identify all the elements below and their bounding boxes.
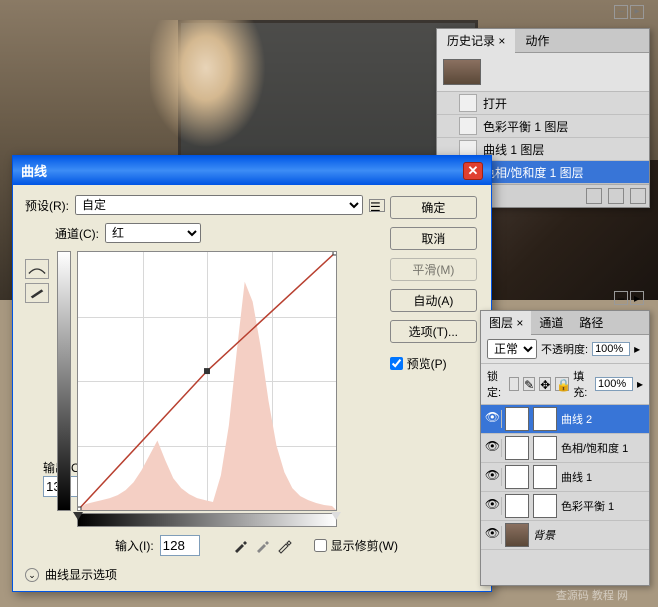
history-step-icon [459, 117, 477, 135]
preset-label: 预设(R): [25, 197, 69, 214]
tab-paths[interactable]: 路径 [571, 311, 611, 334]
lock-pixels-icon[interactable]: ✎ [523, 377, 535, 391]
layer-item[interactable]: 👁 色彩平衡 1 [481, 492, 649, 521]
create-snapshot-icon[interactable] [586, 188, 602, 204]
layer-thumb [505, 465, 529, 489]
ok-button[interactable]: 确定 [390, 196, 477, 219]
layers-panel: – ▸ 图层 × 通道 路径 正常 不透明度: ▸ 锁定: ✎ ✥ 🔒 填充: … [480, 310, 650, 586]
delete-state-icon[interactable] [630, 188, 646, 204]
tab-layers[interactable]: 图层 × [481, 311, 531, 335]
dialog-title: 曲线 [21, 161, 47, 180]
fill-label: 填充: [573, 368, 591, 400]
layer-thumb [505, 494, 529, 518]
preview-label: 预览(P) [407, 355, 447, 372]
history-item[interactable]: 打开 [437, 92, 649, 115]
panel-minimize-icon[interactable]: – [614, 291, 628, 305]
layer-thumb [505, 407, 529, 431]
white-eyedropper-icon[interactable] [276, 538, 292, 554]
chevron-icon: ⌄ [25, 568, 39, 582]
preset-select[interactable]: 自定 [75, 195, 363, 215]
visibility-eye-icon[interactable]: 👁 [484, 468, 502, 486]
black-eyedropper-icon[interactable] [232, 538, 248, 554]
history-step-icon [459, 94, 477, 112]
close-icon[interactable]: ✕ [463, 162, 483, 180]
layer-name: 色相/饱和度 1 [561, 440, 628, 456]
curve-pencil-tool-icon[interactable] [25, 283, 49, 303]
watermark-text: 查源码 教程 网 [556, 587, 628, 603]
auto-button[interactable]: 自动(A) [390, 289, 477, 312]
white-point-slider[interactable] [331, 512, 341, 520]
lock-transparency-icon[interactable] [509, 377, 519, 391]
visibility-eye-icon[interactable]: 👁 [484, 439, 502, 457]
lock-position-icon[interactable]: ✥ [539, 377, 551, 391]
preview-checkbox[interactable] [390, 357, 403, 370]
gray-eyedropper-icon[interactable] [254, 538, 270, 554]
curve-display-options-toggle[interactable]: ⌄ 曲线显示选项 [25, 566, 479, 583]
fill-input[interactable] [595, 377, 633, 391]
cancel-button[interactable]: 取消 [390, 227, 477, 250]
x-gradient-bar [77, 513, 337, 527]
layer-mask-thumb [533, 436, 557, 460]
smooth-button[interactable]: 平滑(M) [390, 258, 477, 281]
layer-mask-thumb [533, 465, 557, 489]
dialog-titlebar[interactable]: 曲线 ✕ [13, 156, 491, 185]
visibility-eye-icon[interactable]: 👁 [484, 497, 502, 515]
panel-menu-icon[interactable]: ▸ [630, 5, 644, 19]
show-clipping-label: 显示修剪(W) [331, 537, 398, 554]
layer-name: 色彩平衡 1 [561, 498, 614, 514]
layer-name: 背景 [533, 527, 555, 543]
blend-mode-select[interactable]: 正常 [487, 339, 537, 359]
opacity-input[interactable] [592, 342, 630, 356]
curves-graph[interactable] [57, 251, 337, 527]
tab-actions[interactable]: 动作 [515, 29, 559, 52]
y-gradient-bar [57, 251, 71, 511]
dropdown-arrow-icon[interactable]: ▸ [637, 377, 643, 391]
options-button[interactable]: 选项(T)... [390, 320, 477, 343]
history-item-label: 打开 [483, 95, 507, 112]
layer-item[interactable]: 👁 曲线 2 [481, 405, 649, 434]
history-item-label: 曲线 1 图层 [483, 141, 544, 158]
layer-mask-thumb [533, 494, 557, 518]
history-item-label: 色彩平衡 1 图层 [483, 118, 568, 135]
lock-all-icon[interactable]: 🔒 [555, 377, 569, 391]
curves-dialog: 曲线 ✕ 预设(R): 自定 ☰ 通道(C): 红 输出(O): [12, 155, 492, 592]
layer-name: 曲线 1 [561, 469, 592, 485]
history-item-label: 色相/饱和度 1 图层 [483, 164, 584, 181]
panel-menu-icon[interactable]: ▸ [630, 291, 644, 305]
lock-label: 锁定: [487, 368, 505, 400]
history-snapshot-thumb[interactable] [443, 59, 481, 85]
show-clipping-checkbox[interactable] [314, 539, 327, 552]
histogram [78, 252, 336, 510]
input-label: 输入(I): [115, 537, 154, 554]
new-doc-from-state-icon[interactable] [608, 188, 624, 204]
layer-name: 曲线 2 [561, 411, 592, 427]
layer-thumb [505, 436, 529, 460]
layer-item[interactable]: 👁 背景 [481, 521, 649, 550]
options-toggle-label: 曲线显示选项 [45, 566, 117, 583]
opacity-label: 不透明度: [541, 341, 588, 357]
layer-item[interactable]: 👁 曲线 1 [481, 463, 649, 492]
channel-label: 通道(C): [55, 225, 99, 242]
tab-channels[interactable]: 通道 [531, 311, 571, 334]
curve-point-tool-icon[interactable] [25, 259, 49, 279]
layer-thumb [505, 523, 529, 547]
black-point-slider[interactable] [73, 512, 83, 520]
preset-menu-icon[interactable]: ☰ [369, 199, 385, 212]
layer-item[interactable]: 👁 色相/饱和度 1 [481, 434, 649, 463]
visibility-eye-icon[interactable]: 👁 [484, 410, 502, 428]
panel-minimize-icon[interactable]: – [614, 5, 628, 19]
channel-select[interactable]: 红 [105, 223, 201, 243]
tab-history[interactable]: 历史记录 × [437, 29, 515, 53]
input-input[interactable] [160, 535, 200, 556]
history-item[interactable]: 色彩平衡 1 图层 [437, 115, 649, 138]
visibility-eye-icon[interactable]: 👁 [484, 526, 502, 544]
layer-mask-thumb [533, 407, 557, 431]
dropdown-arrow-icon[interactable]: ▸ [634, 342, 640, 356]
